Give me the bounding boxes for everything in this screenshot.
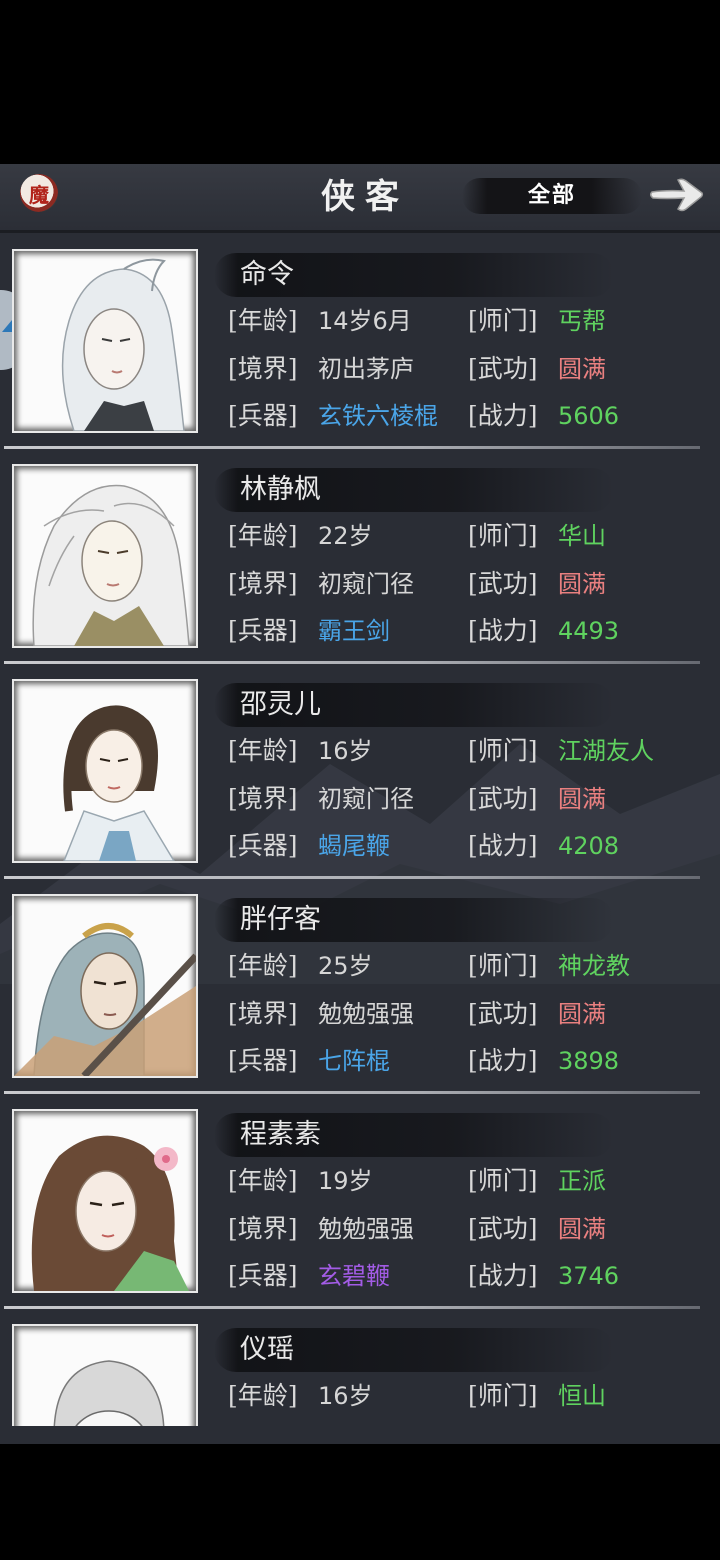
skill-value: 圆满 [558, 785, 606, 813]
hero-name: 林静枫 [240, 474, 321, 505]
realm-value: 勉勉强强 [318, 1000, 414, 1028]
realm-value: 初出茅庐 [318, 355, 414, 383]
hero-card[interactable]: 仪瑶 [年龄] 16岁 [师门] 恒山 [0, 1314, 700, 1444]
hero-portrait [14, 251, 196, 431]
weapon-value: 玄碧鞭 [318, 1262, 390, 1290]
card-divider [4, 876, 700, 879]
weapon-value: 霸王剑 [318, 617, 390, 645]
weapon-label: [兵器] [228, 1046, 298, 1075]
hero-name: 命令 [240, 259, 294, 290]
weapon-value: 七阵棍 [318, 1047, 390, 1075]
page-title: 侠客 [321, 177, 409, 217]
power-label: [战力] [468, 831, 538, 860]
power-label: [战力] [468, 616, 538, 645]
top-bar: 魔 侠客 全部 [0, 164, 720, 233]
skill-label: [武功] [468, 569, 538, 598]
sect-label: [师门] [468, 521, 538, 550]
age-value: 25岁 [318, 952, 373, 980]
hero-portrait [14, 1111, 196, 1291]
hero-name: 程素素 [240, 1119, 321, 1150]
sect-value: 江湖友人 [558, 737, 654, 765]
hero-name: 邵灵儿 [240, 689, 321, 720]
card-divider [4, 661, 700, 664]
sect-value: 神龙教 [558, 952, 630, 980]
hero-portrait [14, 466, 196, 646]
realm-label: [境界] [228, 999, 298, 1028]
weapon-label: [兵器] [228, 616, 298, 645]
skill-value: 圆满 [558, 1000, 606, 1028]
weapon-label: [兵器] [228, 1261, 298, 1290]
sect-value: 丐帮 [558, 307, 606, 335]
sect-value: 正派 [558, 1167, 606, 1195]
weapon-value: 玄铁六棱棍 [318, 402, 438, 430]
hero-card[interactable]: 程素素 [年龄] 19岁 [师门] 正派 [境界] 勉勉强强 [武功] 圆满 [兵器] 玄… [0, 1099, 700, 1311]
power-label: [战力] [468, 1261, 538, 1290]
hero-card[interactable]: 命令 [年龄] 14岁6月 [师门] 丐帮 [境界] 初出茅庐 [武功] 圆满 [兵器]… [0, 239, 700, 451]
hero-card[interactable]: 胖仔客 [年龄] 25岁 [师门] 神龙教 [境界] 勉勉强强 [武功] 圆满 [兵器]… [0, 884, 700, 1096]
realm-label: [境界] [228, 784, 298, 813]
skill-label: [武功] [468, 784, 538, 813]
list-bottom-edge [0, 1426, 720, 1444]
realm-label: [境界] [228, 569, 298, 598]
age-value: 22岁 [318, 522, 373, 550]
age-label: [年龄] [228, 1166, 298, 1195]
card-divider [4, 1091, 700, 1094]
age-label: [年龄] [228, 521, 298, 550]
demon-badge-icon[interactable]: 魔 [20, 174, 58, 212]
realm-value: 初窥门径 [318, 570, 414, 598]
skill-label: [武功] [468, 354, 538, 383]
card-divider [4, 446, 700, 449]
age-label: [年龄] [228, 951, 298, 980]
weapon-label: [兵器] [228, 401, 298, 430]
power-value: 4208 [558, 832, 620, 860]
sect-label: [师门] [468, 1381, 538, 1410]
arrow-right-icon[interactable] [648, 172, 706, 216]
hero-name: 仪瑶 [240, 1334, 294, 1365]
age-value: 16岁 [318, 1382, 373, 1410]
sect-label: [师门] [468, 951, 538, 980]
power-label: [战力] [468, 401, 538, 430]
skill-value: 圆满 [558, 1215, 606, 1243]
realm-label: [境界] [228, 354, 298, 383]
sect-label: [师门] [468, 1166, 538, 1195]
filter-dropdown[interactable]: 全部 [462, 178, 642, 214]
weapon-label: [兵器] [228, 831, 298, 860]
hero-portrait [14, 681, 196, 861]
power-value: 4493 [558, 617, 620, 645]
weapon-value: 蝎尾鞭 [318, 832, 390, 860]
skill-value: 圆满 [558, 570, 606, 598]
age-label: [年龄] [228, 1381, 298, 1410]
age-label: [年龄] [228, 736, 298, 765]
realm-value: 初窥门径 [318, 785, 414, 813]
hero-card[interactable]: 邵灵儿 [年龄] 16岁 [师门] 江湖友人 [境界] 初窥门径 [武功] 圆满 [兵器… [0, 669, 700, 881]
skill-value: 圆满 [558, 355, 606, 383]
age-value: 14岁6月 [318, 307, 412, 335]
card-divider [4, 1306, 700, 1309]
power-label: [战力] [468, 1046, 538, 1075]
sect-value: 恒山 [558, 1382, 606, 1410]
age-label: [年龄] [228, 306, 298, 335]
hero-name: 胖仔客 [240, 904, 321, 935]
skill-label: [武功] [468, 999, 538, 1028]
sect-value: 华山 [558, 522, 606, 550]
age-value: 16岁 [318, 737, 373, 765]
realm-label: [境界] [228, 1214, 298, 1243]
sect-label: [师门] [468, 736, 538, 765]
skill-label: [武功] [468, 1214, 538, 1243]
realm-value: 勉勉强强 [318, 1215, 414, 1243]
hero-card[interactable]: 林静枫 [年龄] 22岁 [师门] 华山 [境界] 初窥门径 [武功] 圆满 [兵器] 霸… [0, 454, 700, 666]
power-value: 5606 [558, 402, 620, 430]
age-value: 19岁 [318, 1167, 373, 1195]
hero-list-screen: 魔 侠客 全部 命令 [年龄] 14岁6月 [师门] 丐帮 [境界] 初出茅庐 … [0, 164, 720, 1444]
power-value: 3746 [558, 1262, 620, 1290]
hero-portrait [14, 896, 196, 1076]
sect-label: [师门] [468, 306, 538, 335]
power-value: 3898 [558, 1047, 620, 1075]
